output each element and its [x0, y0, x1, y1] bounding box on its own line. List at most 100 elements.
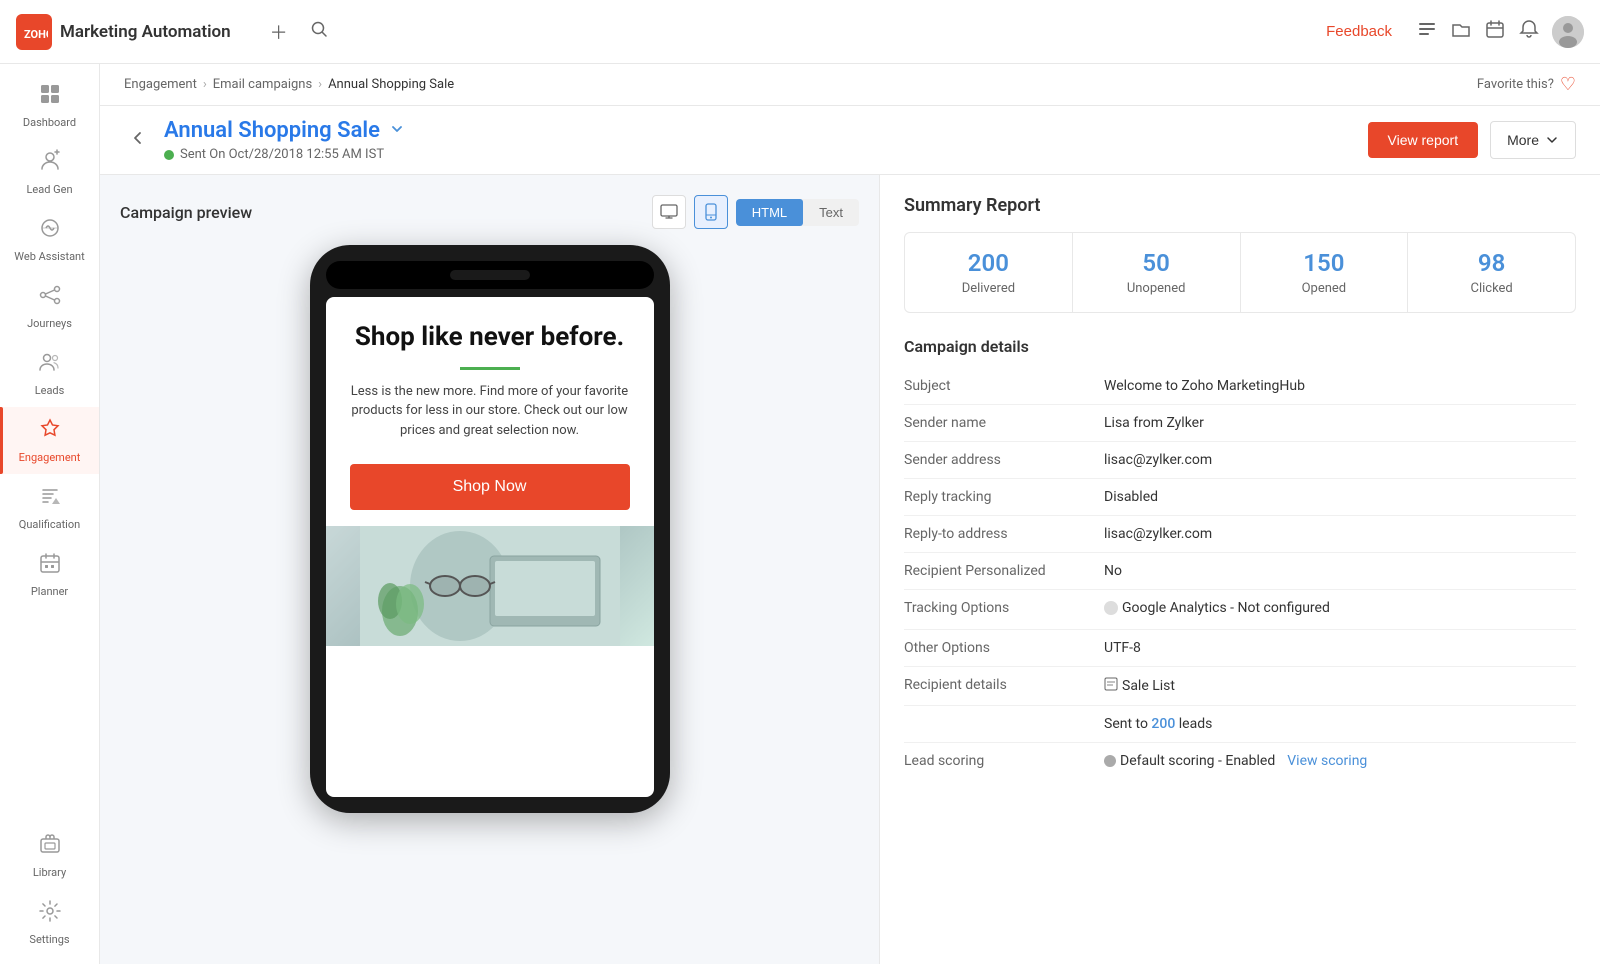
detail-row-lead-scoring: Lead scoring Default scoring - Enabled V… — [904, 743, 1576, 781]
detail-key-recipient-details: Recipient details — [904, 677, 1104, 695]
stat-unopened-number: 50 — [1089, 249, 1224, 277]
email-divider — [460, 367, 520, 370]
detail-row-sent-to: Sent to 200 leads — [904, 706, 1576, 743]
settings-icon — [38, 899, 62, 929]
sidebar-label-planner: Planner — [31, 585, 68, 598]
sent-text: Sent On Oct/28/2018 12:55 AM IST — [180, 147, 384, 162]
stat-clicked-label: Clicked — [1424, 281, 1559, 296]
html-format-button[interactable]: HTML — [736, 199, 803, 226]
campaign-details-table: Subject Welcome to Zoho MarketingHub Sen… — [904, 368, 1576, 781]
title-dropdown-icon[interactable] — [388, 120, 406, 142]
detail-row-recipient-details: Recipient details Sal — [904, 667, 1576, 706]
format-toggle: HTML Text — [736, 199, 859, 226]
detail-row-other-options: Other Options UTF-8 — [904, 630, 1576, 667]
detail-key-sent-to — [904, 716, 1104, 732]
detail-key-lead-scoring: Lead scoring — [904, 753, 1104, 771]
email-headline: Shop like never before. — [326, 297, 654, 355]
app-title: Marketing Automation — [60, 22, 231, 42]
detail-row-reply-tracking: Reply tracking Disabled — [904, 479, 1576, 516]
content-body: Campaign preview — [100, 175, 1600, 964]
sent-to-leads-link[interactable]: 200 — [1151, 716, 1175, 732]
text-format-button[interactable]: Text — [803, 199, 859, 226]
sidebar-label-library: Library — [33, 866, 66, 879]
stat-clicked-number: 98 — [1424, 249, 1559, 277]
sidebar-label-web-assistant: Web Assistant — [14, 250, 84, 263]
summary-report-title: Summary Report — [904, 195, 1576, 216]
ga-status-dot — [1104, 601, 1118, 615]
detail-row-tracking-options: Tracking Options Google Analytics - Not … — [904, 590, 1576, 630]
mobile-view-button[interactable] — [694, 195, 728, 229]
sidebar-item-engagement[interactable]: Engagement — [0, 407, 99, 474]
detail-row-sender-address: Sender address lisac@zylker.com — [904, 442, 1576, 479]
detail-value-sender-address: lisac@zylker.com — [1104, 452, 1576, 468]
more-label: More — [1507, 132, 1539, 148]
notification-icon[interactable] — [1518, 18, 1540, 45]
sidebar-item-library[interactable]: Library — [0, 822, 99, 889]
view-report-button[interactable]: View report — [1368, 122, 1479, 158]
detail-value-lead-scoring: Default scoring - Enabled View scoring — [1104, 753, 1576, 771]
sidebar-item-journeys[interactable]: Journeys — [0, 273, 99, 340]
library-icon — [38, 832, 62, 862]
breadcrumb-engagement[interactable]: Engagement — [124, 77, 197, 92]
topbar-right: Feedback — [1318, 16, 1584, 48]
sidebar-item-leads[interactable]: Leads — [0, 340, 99, 407]
detail-value-reply-tracking: Disabled — [1104, 489, 1576, 505]
detail-key-sender-name: Sender name — [904, 415, 1104, 431]
product-image-inner — [326, 526, 654, 646]
logo-area: ZOHO Marketing Automation — [16, 14, 231, 50]
search-button[interactable] — [303, 16, 335, 48]
sidebar-item-settings[interactable]: Settings — [0, 889, 99, 956]
search-icon — [310, 20, 328, 43]
journeys-icon — [38, 283, 62, 313]
sidebar-label-qualification: Qualification — [19, 518, 80, 531]
breadcrumb: Engagement › Email campaigns › Annual Sh… — [100, 64, 1600, 106]
sidebar-label-engagement: Engagement — [19, 451, 81, 464]
feedback-button[interactable]: Feedback — [1318, 19, 1400, 44]
preview-panel: Campaign preview — [100, 175, 880, 964]
detail-key-reply-tracking: Reply tracking — [904, 489, 1104, 505]
more-button[interactable]: More — [1490, 121, 1576, 159]
stat-clicked: 98 Clicked — [1408, 233, 1575, 312]
sidebar-item-lead-gen[interactable]: Lead Gen — [0, 139, 99, 206]
detail-key-other-options: Other Options — [904, 640, 1104, 656]
lead-gen-icon — [38, 149, 62, 179]
folder-icon[interactable] — [1450, 18, 1472, 45]
sidebar-item-planner[interactable]: Planner — [0, 541, 99, 608]
email-preview-content: Shop like never before. Less is the new … — [326, 297, 654, 646]
add-button[interactable]: ＋ — [263, 16, 295, 48]
breadcrumb-email-campaigns[interactable]: Email campaigns — [213, 77, 312, 92]
stat-unopened: 50 Unopened — [1073, 233, 1241, 312]
email-product-image — [326, 526, 654, 646]
list-icon[interactable] — [1416, 18, 1438, 45]
page-title-row: Annual Shopping Sale — [164, 118, 1368, 143]
plus-icon: ＋ — [270, 19, 288, 45]
sidebar-item-qualification[interactable]: Qualification — [0, 474, 99, 541]
detail-row-sender-name: Sender name Lisa from Zylker — [904, 405, 1576, 442]
desktop-view-button[interactable] — [652, 195, 686, 229]
sidebar-item-web-assistant[interactable]: Web Assistant — [0, 206, 99, 273]
summary-panel: Summary Report 200 Delivered 50 Unopened… — [880, 175, 1600, 964]
planner-icon — [38, 551, 62, 581]
sidebar-label-leads: Leads — [35, 384, 65, 397]
stat-opened: 150 Opened — [1241, 233, 1409, 312]
sidebar-item-dashboard[interactable]: Dashboard — [0, 72, 99, 139]
breadcrumb-current: Annual Shopping Sale — [328, 77, 454, 92]
campaign-details-title: Campaign details — [904, 337, 1576, 356]
sidebar-label-dashboard: Dashboard — [23, 116, 76, 129]
back-button[interactable] — [124, 124, 152, 157]
shop-now-button[interactable]: Shop Now — [350, 464, 630, 510]
favorite-heart-icon[interactable]: ♡ — [1560, 74, 1576, 95]
detail-key-tracking-options: Tracking Options — [904, 600, 1104, 619]
dashboard-icon — [38, 82, 62, 112]
view-scoring-link[interactable]: View scoring — [1287, 753, 1367, 769]
email-body-text: Less is the new more. Find more of your … — [326, 382, 654, 457]
page-header: Annual Shopping Sale Sent On Oct/28/2018… — [100, 106, 1600, 175]
sidebar-label-lead-gen: Lead Gen — [26, 183, 72, 196]
stats-row: 200 Delivered 50 Unopened 150 Opened 98 … — [904, 232, 1576, 313]
main-layout: Dashboard Lead Gen Web As — [0, 64, 1600, 964]
preview-header: Campaign preview — [120, 195, 859, 229]
calendar-icon[interactable] — [1484, 18, 1506, 45]
detail-key-subject: Subject — [904, 378, 1104, 394]
user-avatar[interactable] — [1552, 16, 1584, 48]
phone-notch — [450, 270, 530, 280]
